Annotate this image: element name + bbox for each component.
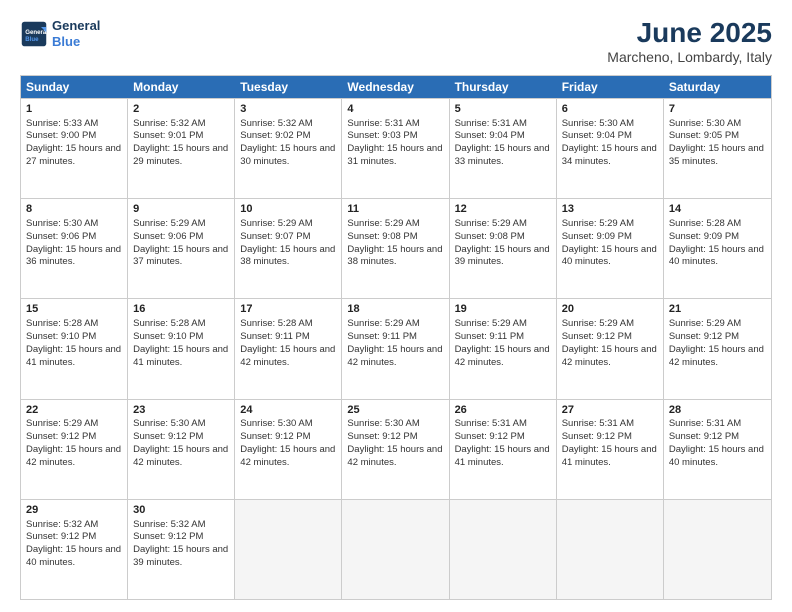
empty-cell-4 bbox=[557, 500, 664, 599]
weekday-friday: Friday bbox=[557, 76, 664, 98]
day-17: 17 Sunrise: 5:28 AM Sunset: 9:11 PM Dayl… bbox=[235, 299, 342, 398]
title-block: June 2025 Marcheno, Lombardy, Italy bbox=[607, 18, 772, 65]
day-26: 26 Sunrise: 5:31 AM Sunset: 9:12 PM Dayl… bbox=[450, 400, 557, 499]
calendar-header: Sunday Monday Tuesday Wednesday Thursday… bbox=[21, 76, 771, 98]
day-21: 21 Sunrise: 5:29 AM Sunset: 9:12 PM Dayl… bbox=[664, 299, 771, 398]
weekday-tuesday: Tuesday bbox=[235, 76, 342, 98]
logo-blue: Blue bbox=[52, 34, 100, 50]
empty-cell-3 bbox=[450, 500, 557, 599]
svg-text:Blue: Blue bbox=[25, 36, 39, 43]
week-row-3: 15 Sunrise: 5:28 AM Sunset: 9:10 PM Dayl… bbox=[21, 298, 771, 398]
weekday-sunday: Sunday bbox=[21, 76, 128, 98]
day-19: 19 Sunrise: 5:29 AM Sunset: 9:11 PM Dayl… bbox=[450, 299, 557, 398]
empty-cell-2 bbox=[342, 500, 449, 599]
logo-general: General bbox=[52, 18, 100, 34]
day-9: 9 Sunrise: 5:29 AM Sunset: 9:06 PM Dayli… bbox=[128, 199, 235, 298]
day-2: 2 Sunrise: 5:32 AM Sunset: 9:01 PM Dayli… bbox=[128, 99, 235, 198]
day-11: 11 Sunrise: 5:29 AM Sunset: 9:08 PM Dayl… bbox=[342, 199, 449, 298]
day-29: 29 Sunrise: 5:32 AM Sunset: 9:12 PM Dayl… bbox=[21, 500, 128, 599]
weekday-saturday: Saturday bbox=[664, 76, 771, 98]
day-7: 7 Sunrise: 5:30 AM Sunset: 9:05 PM Dayli… bbox=[664, 99, 771, 198]
day-3: 3 Sunrise: 5:32 AM Sunset: 9:02 PM Dayli… bbox=[235, 99, 342, 198]
day-28: 28 Sunrise: 5:31 AM Sunset: 9:12 PM Dayl… bbox=[664, 400, 771, 499]
day-13: 13 Sunrise: 5:29 AM Sunset: 9:09 PM Dayl… bbox=[557, 199, 664, 298]
day-10: 10 Sunrise: 5:29 AM Sunset: 9:07 PM Dayl… bbox=[235, 199, 342, 298]
calendar: Sunday Monday Tuesday Wednesday Thursday… bbox=[20, 75, 772, 600]
day-24: 24 Sunrise: 5:30 AM Sunset: 9:12 PM Dayl… bbox=[235, 400, 342, 499]
weekday-monday: Monday bbox=[128, 76, 235, 98]
calendar-subtitle: Marcheno, Lombardy, Italy bbox=[607, 49, 772, 65]
weekday-thursday: Thursday bbox=[450, 76, 557, 98]
day-4: 4 Sunrise: 5:31 AM Sunset: 9:03 PM Dayli… bbox=[342, 99, 449, 198]
day-5: 5 Sunrise: 5:31 AM Sunset: 9:04 PM Dayli… bbox=[450, 99, 557, 198]
day-1: 1 Sunrise: 5:33 AM Sunset: 9:00 PM Dayli… bbox=[21, 99, 128, 198]
day-22: 22 Sunrise: 5:29 AM Sunset: 9:12 PM Dayl… bbox=[21, 400, 128, 499]
empty-cell-1 bbox=[235, 500, 342, 599]
day-30: 30 Sunrise: 5:32 AM Sunset: 9:12 PM Dayl… bbox=[128, 500, 235, 599]
logo: General Blue General Blue bbox=[20, 18, 100, 49]
calendar-body: 1 Sunrise: 5:33 AM Sunset: 9:00 PM Dayli… bbox=[21, 98, 771, 599]
day-27: 27 Sunrise: 5:31 AM Sunset: 9:12 PM Dayl… bbox=[557, 400, 664, 499]
week-row-2: 8 Sunrise: 5:30 AM Sunset: 9:06 PM Dayli… bbox=[21, 198, 771, 298]
page: General Blue General Blue June 2025 Marc… bbox=[0, 0, 792, 612]
header: General Blue General Blue June 2025 Marc… bbox=[20, 18, 772, 65]
logo-icon: General Blue bbox=[20, 20, 48, 48]
day-25: 25 Sunrise: 5:30 AM Sunset: 9:12 PM Dayl… bbox=[342, 400, 449, 499]
day-6: 6 Sunrise: 5:30 AM Sunset: 9:04 PM Dayli… bbox=[557, 99, 664, 198]
day-23: 23 Sunrise: 5:30 AM Sunset: 9:12 PM Dayl… bbox=[128, 400, 235, 499]
week-row-5: 29 Sunrise: 5:32 AM Sunset: 9:12 PM Dayl… bbox=[21, 499, 771, 599]
week-row-1: 1 Sunrise: 5:33 AM Sunset: 9:00 PM Dayli… bbox=[21, 98, 771, 198]
day-14: 14 Sunrise: 5:28 AM Sunset: 9:09 PM Dayl… bbox=[664, 199, 771, 298]
day-8: 8 Sunrise: 5:30 AM Sunset: 9:06 PM Dayli… bbox=[21, 199, 128, 298]
day-16: 16 Sunrise: 5:28 AM Sunset: 9:10 PM Dayl… bbox=[128, 299, 235, 398]
day-12: 12 Sunrise: 5:29 AM Sunset: 9:08 PM Dayl… bbox=[450, 199, 557, 298]
calendar-title: June 2025 bbox=[607, 18, 772, 49]
weekday-wednesday: Wednesday bbox=[342, 76, 449, 98]
day-20: 20 Sunrise: 5:29 AM Sunset: 9:12 PM Dayl… bbox=[557, 299, 664, 398]
day-15: 15 Sunrise: 5:28 AM Sunset: 9:10 PM Dayl… bbox=[21, 299, 128, 398]
empty-cell-5 bbox=[664, 500, 771, 599]
day-18: 18 Sunrise: 5:29 AM Sunset: 9:11 PM Dayl… bbox=[342, 299, 449, 398]
week-row-4: 22 Sunrise: 5:29 AM Sunset: 9:12 PM Dayl… bbox=[21, 399, 771, 499]
